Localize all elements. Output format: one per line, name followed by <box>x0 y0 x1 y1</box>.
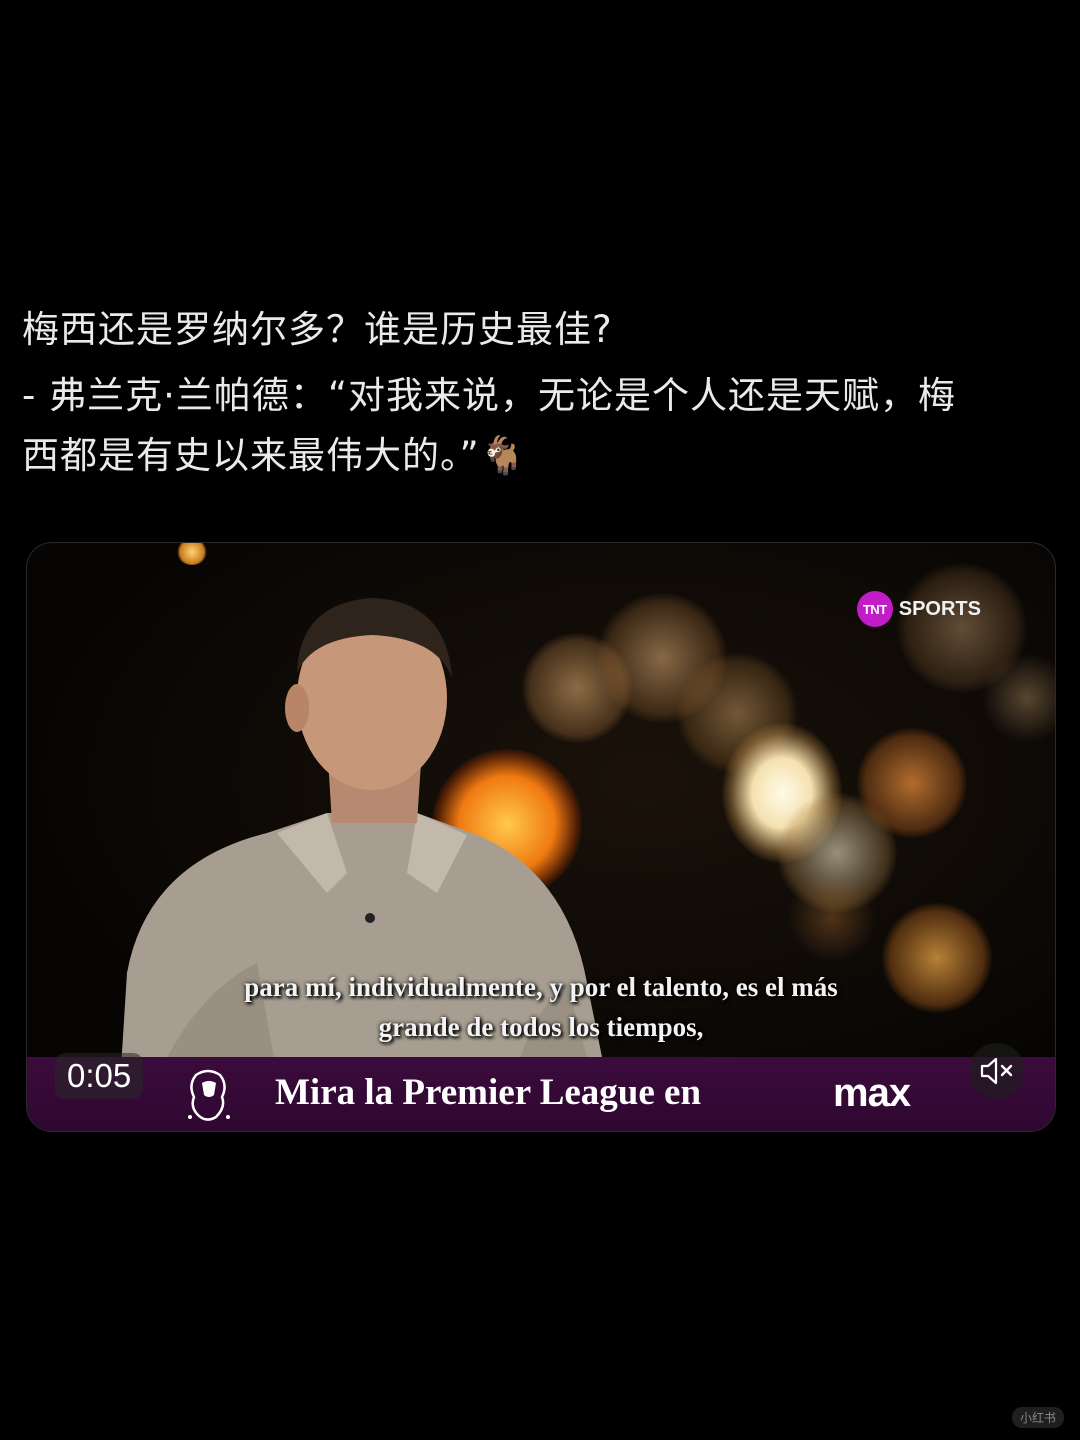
video-player[interactable]: TNT SPORTS para mí, individualmente, y p… <box>26 542 1056 1132</box>
mute-button[interactable] <box>969 1043 1025 1099</box>
post-question: 梅西还是罗纳尔多？谁是历史最佳? <box>22 308 613 351</box>
subtitle-line-1: para mí, individualmente, y por el talen… <box>244 972 838 1002</box>
tnt-word: SPORTS <box>898 597 981 620</box>
max-logo: max <box>833 1071 911 1115</box>
video-timestamp: 0:05 <box>55 1053 144 1099</box>
subtitle-line-2: grande de todos los tiempos, <box>378 1012 704 1042</box>
tnt-sports-logo: TNT SPORTS <box>856 591 981 627</box>
promo-banner: Mira la Premier League en max <box>27 1057 1055 1131</box>
speaker-muted-icon <box>980 1057 1013 1085</box>
xiaohongshu-watermark: 小红书 <box>1011 1407 1064 1428</box>
post-quote-line-1: - 弗兰克·兰帕德：“对我来说，无论是个人还是天赋，梅 <box>22 374 957 417</box>
post-text: 梅西还是罗纳尔多？谁是历史最佳? - 弗兰克·兰帕德：“对我来说，无论是个人还是… <box>22 300 1052 486</box>
video-subtitle: para mí, individualmente, y por el talen… <box>27 967 1055 1047</box>
promo-text: Mira la Premier League en <box>275 1072 702 1113</box>
tnt-badge: TNT <box>856 591 893 627</box>
post-quote-line-2: 西都是有史以来最伟大的。”🐐 <box>22 434 527 477</box>
premier-league-lion-icon <box>188 1069 230 1121</box>
